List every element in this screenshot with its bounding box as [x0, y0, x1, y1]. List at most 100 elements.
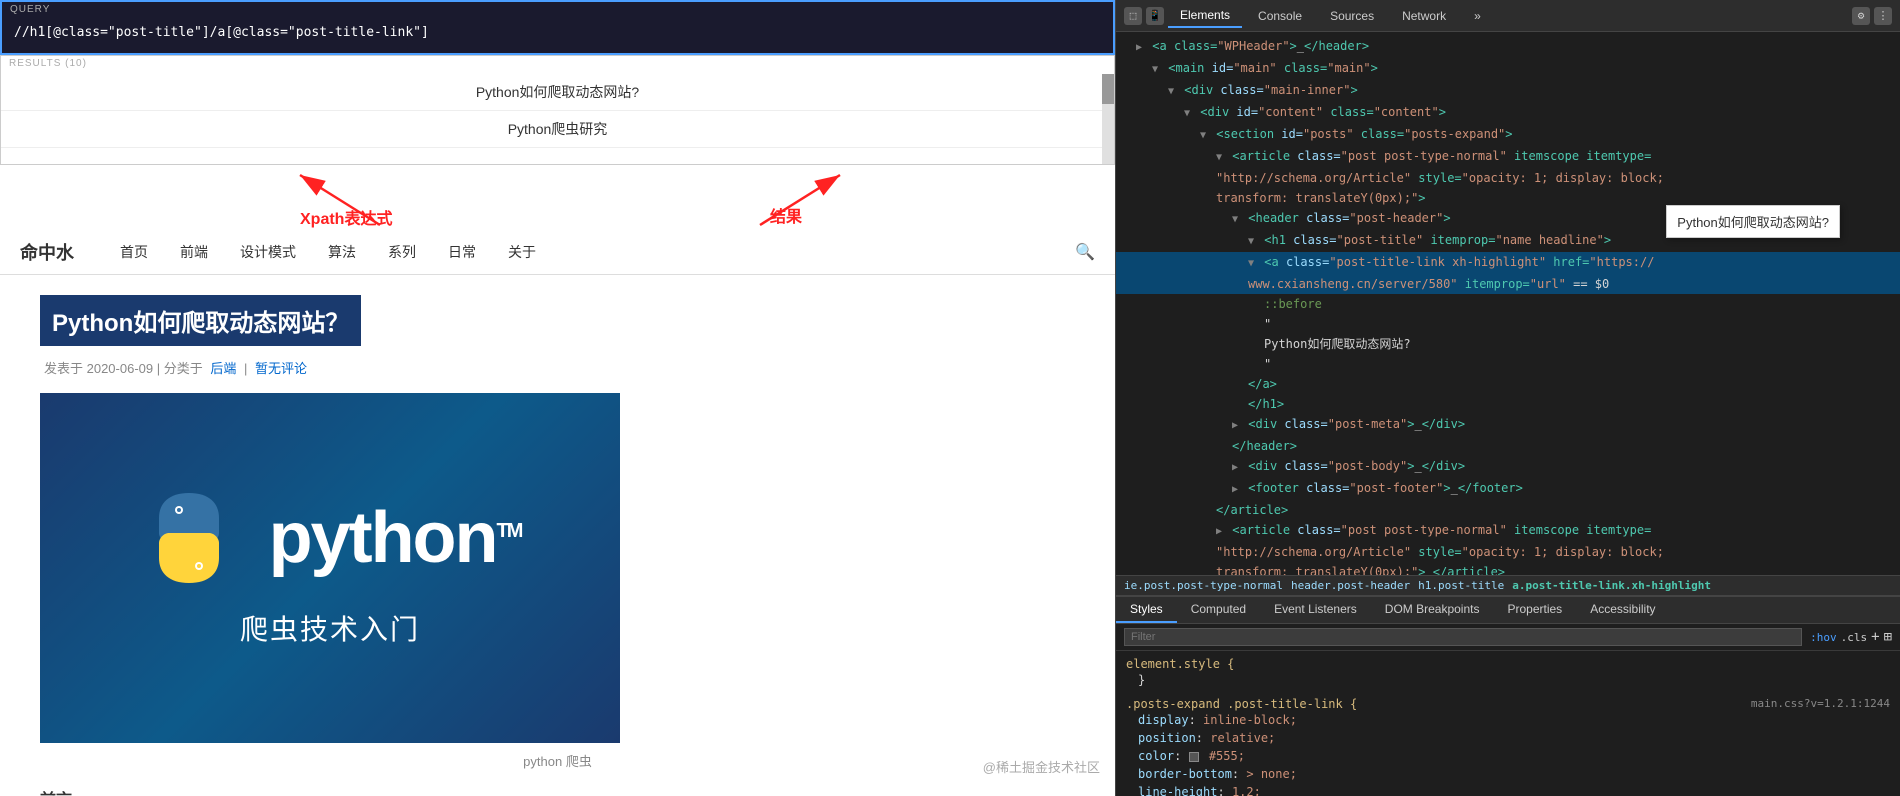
python-wordmark: pythonTM [269, 498, 522, 578]
css-prop-line-height: line-height: 1.2; [1126, 783, 1890, 796]
results-scrollbar[interactable] [1102, 74, 1114, 164]
filter-hov-button[interactable]: :hov [1810, 631, 1837, 644]
results-panel: RESULTS (10) Python如何爬取动态网站? Python爬虫研究 [0, 55, 1115, 165]
result-item-2[interactable]: Python爬虫研究 [1, 111, 1114, 148]
tab-console[interactable]: Console [1246, 5, 1314, 27]
nav-daily[interactable]: 日常 [442, 238, 482, 266]
css-prop-display: display: inline-block; [1126, 711, 1890, 729]
breadcrumb-h1[interactable]: h1.post-title [1418, 579, 1504, 592]
nav-about[interactable]: 关于 [502, 238, 542, 266]
html-line[interactable]: <footer class="post-footer">_</footer> [1116, 478, 1900, 500]
styles-tabs: Styles Computed Event Listeners DOM Brea… [1116, 597, 1900, 624]
tab-event-listeners[interactable]: Event Listeners [1260, 597, 1371, 623]
more-options-icon[interactable]: ⋮ [1874, 7, 1892, 25]
tab-properties[interactable]: Properties [1493, 597, 1576, 623]
nav-frontend[interactable]: 前端 [174, 238, 214, 266]
nav-algorithm[interactable]: 算法 [322, 238, 362, 266]
html-line[interactable]: </h1> [1116, 394, 1900, 414]
html-line-selected[interactable]: <a class="post-title-link xh-highlight" … [1116, 252, 1900, 274]
tab-accessibility[interactable]: Accessibility [1576, 597, 1669, 623]
css-source-file: main.css?v=1.2.1:1244 [1751, 697, 1890, 710]
filter-cls-button[interactable]: .cls [1841, 631, 1868, 644]
post-category[interactable]: 后端 [210, 361, 236, 376]
nav-series[interactable]: 系列 [382, 238, 422, 266]
filter-add-button[interactable]: + [1871, 629, 1879, 645]
triangle-icon [1136, 42, 1142, 53]
html-line[interactable]: "http://schema.org/Article" style="opaci… [1116, 168, 1900, 188]
html-line[interactable]: ::before [1116, 294, 1900, 314]
html-text-content-line[interactable]: Python如何爬取动态网站? [1116, 334, 1900, 354]
results-scrollbar-thumb[interactable] [1102, 74, 1114, 104]
triangle-icon [1216, 526, 1222, 537]
inspect-icon[interactable]: ⬚ [1124, 7, 1142, 25]
tab-more[interactable]: » [1462, 5, 1493, 27]
html-line[interactable]: <div class="post-meta">_</div> [1116, 414, 1900, 436]
python-text-group: pythonTM [269, 497, 522, 579]
search-icon[interactable]: 🔍 [1075, 242, 1095, 262]
html-line[interactable]: <article class="post post-type-normal" i… [1116, 146, 1900, 168]
query-input-text[interactable]: //h1[@class="post-title"]/a[@class="post… [14, 25, 429, 40]
tab-computed[interactable]: Computed [1177, 597, 1260, 623]
nav-home[interactable]: 首页 [114, 238, 154, 266]
triangle-icon [1152, 64, 1158, 75]
settings-icon[interactable]: ⚙ [1852, 7, 1870, 25]
xpath-label: Xpath表达式 [300, 205, 392, 229]
html-line[interactable]: " [1116, 354, 1900, 374]
html-line[interactable]: <div class="main-inner"> [1116, 80, 1900, 102]
query-label: QUERY [10, 4, 50, 15]
result-item-1[interactable]: Python如何爬取动态网站? [1, 74, 1114, 111]
results-label: RESULTS (10) [9, 58, 87, 69]
triangle-icon [1248, 258, 1254, 269]
nav-design-patterns[interactable]: 设计模式 [234, 238, 302, 266]
css-close-brace: } [1126, 671, 1890, 689]
post-intro-title: 前言 [40, 786, 1075, 796]
styles-content: element.style { } .posts-expand .post-ti… [1116, 651, 1900, 796]
html-line-selected-2[interactable]: www.cxiansheng.cn/server/580" itemprop="… [1116, 274, 1900, 294]
html-line[interactable]: </header> [1116, 436, 1900, 456]
triangle-icon [1184, 108, 1190, 119]
post-date: 发表于 2020-06-09 | 分类于 [44, 361, 206, 376]
breadcrumb-article[interactable]: ie.post.post-type-normal [1124, 579, 1283, 592]
styles-filter-input[interactable] [1124, 628, 1802, 646]
html-line[interactable]: </a> [1116, 374, 1900, 394]
tab-styles[interactable]: Styles [1116, 597, 1177, 623]
content-area[interactable]: Python如何爬取动态网站？ 发表于 2020-06-09 | 分类于 后端 … [0, 275, 1115, 796]
image-caption: python 爬虫 [40, 751, 1075, 770]
python-logo-group: pythonTM [139, 488, 522, 588]
html-line[interactable]: <div id="content" class="content"> [1116, 102, 1900, 124]
html-line[interactable]: "http://schema.org/Article" style="opaci… [1116, 542, 1900, 562]
filter-options-icon[interactable]: ⊞ [1884, 629, 1892, 645]
html-line[interactable]: " [1116, 314, 1900, 334]
css-prop-color: color: #555; [1126, 747, 1890, 765]
tab-sources[interactable]: Sources [1318, 5, 1386, 27]
annotation-area: Xpath表达式 结果 [0, 165, 1115, 230]
html-line[interactable]: </article> [1116, 500, 1900, 520]
html-line[interactable]: <article class="post post-type-normal" i… [1116, 520, 1900, 542]
css-prop-border-bottom: border-bottom: > none; [1126, 765, 1890, 783]
breadcrumb-header[interactable]: header.post-header [1291, 579, 1410, 592]
elements-panel[interactable]: <a class="WPHeader">_</header> <main id=… [1116, 32, 1900, 575]
tab-dom-breakpoints[interactable]: DOM Breakpoints [1371, 597, 1494, 623]
tab-elements[interactable]: Elements [1168, 4, 1242, 28]
device-icon[interactable]: 📱 [1146, 7, 1164, 25]
html-line[interactable]: <div class="post-body">_</div> [1116, 456, 1900, 478]
query-bar: QUERY //h1[@class="post-title"]/a[@class… [0, 0, 1115, 55]
breadcrumb-a-current[interactable]: a.post-title-link.xh-highlight [1512, 579, 1711, 592]
html-line[interactable]: transform: translateY(0px);">_</article> [1116, 562, 1900, 575]
post-comments[interactable]: 暂无评论 [255, 361, 307, 376]
devtools-toolbar: ⬚ 📱 Elements Console Sources Network » ⚙… [1116, 0, 1900, 32]
triangle-icon [1232, 484, 1238, 495]
html-line[interactable]: <section id="posts" class="posts-expand"… [1116, 124, 1900, 146]
html-line[interactable]: <a class="WPHeader">_</header> [1116, 36, 1900, 58]
triangle-icon [1216, 152, 1222, 163]
site-name[interactable]: 命中水 [20, 239, 74, 265]
triangle-icon [1200, 130, 1206, 141]
styles-panel: Styles Computed Event Listeners DOM Brea… [1116, 596, 1900, 796]
html-line[interactable]: <main id="main" class="main"> [1116, 58, 1900, 80]
triangle-icon [1232, 214, 1238, 225]
result-label: 结果 [770, 203, 802, 227]
css-block-element-style: element.style { } [1126, 657, 1890, 689]
tab-network[interactable]: Network [1390, 5, 1458, 27]
triangle-icon [1232, 420, 1238, 431]
color-swatch [1189, 752, 1199, 762]
